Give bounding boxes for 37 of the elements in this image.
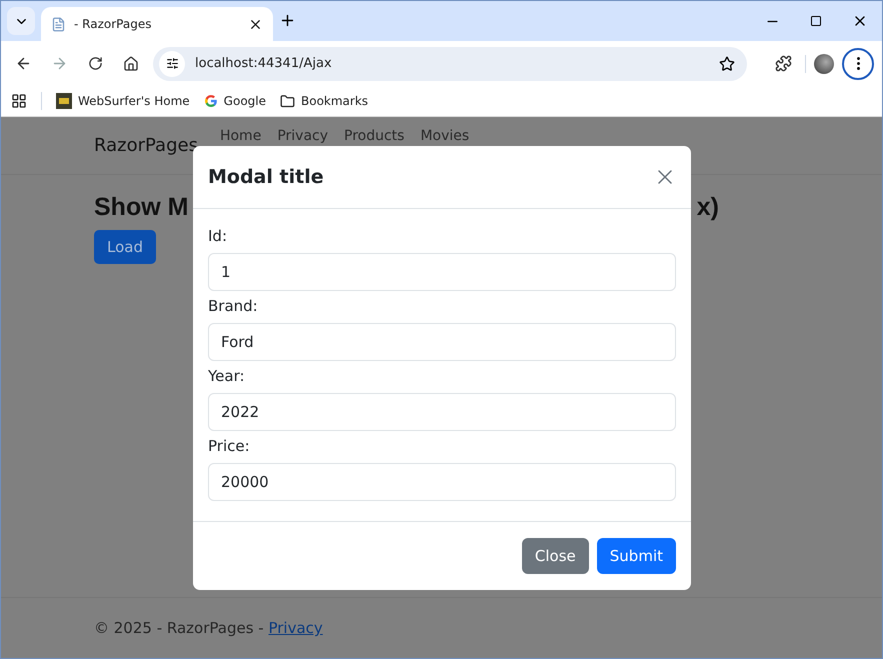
- nav-link[interactable]: Home: [220, 128, 262, 144]
- field-label: Year:: [208, 366, 245, 387]
- close-button[interactable]: Close: [522, 538, 589, 574]
- site-icon: [56, 93, 72, 109]
- apps-icon[interactable]: [11, 93, 27, 109]
- bookmark-link[interactable]: WebSurfer's Home: [78, 94, 190, 108]
- bookmark-link[interactable]: Bookmarks: [301, 94, 368, 108]
- bookmark-link[interactable]: Google: [224, 94, 266, 108]
- menu-icon[interactable]: [842, 48, 874, 80]
- nav-link[interactable]: Movies: [420, 128, 470, 144]
- input-field[interactable]: 2022: [208, 393, 676, 431]
- nav-link[interactable]: Privacy: [277, 128, 328, 144]
- load-button[interactable]: Load: [94, 230, 156, 264]
- new-tab-icon[interactable]: [279, 12, 296, 29]
- submit-button[interactable]: Submit: [596, 538, 676, 574]
- page-heading: x): [696, 193, 719, 222]
- star-icon[interactable]: [719, 56, 735, 72]
- page-heading: Show M: [94, 193, 188, 222]
- maximize-icon[interactable]: [810, 15, 822, 27]
- google-icon: [204, 94, 218, 108]
- browser-tab[interactable]: - RazorPages: [41, 7, 273, 41]
- input-field[interactable]: 1: [208, 253, 676, 291]
- nav-link[interactable]: Products: [344, 128, 404, 144]
- folder-icon: [280, 94, 295, 108]
- address-bar[interactable]: localhost:44341/Ajax: [153, 46, 747, 80]
- brand-link[interactable]: RazorPages: [94, 135, 198, 156]
- modal-title: Modal title: [208, 166, 324, 188]
- site-settings-icon[interactable]: [159, 50, 185, 76]
- page-icon: [51, 16, 66, 32]
- avatar-icon[interactable]: [814, 54, 834, 74]
- field-label: Id:: [208, 226, 227, 247]
- input-field[interactable]: Ford: [208, 323, 676, 361]
- tab-list-button[interactable]: [7, 7, 35, 35]
- field-label: Brand:: [208, 296, 258, 317]
- input-field[interactable]: 20000: [208, 463, 676, 501]
- footer-text: © 2025 - RazorPages -: [94, 619, 265, 637]
- field-label: Price:: [208, 436, 250, 457]
